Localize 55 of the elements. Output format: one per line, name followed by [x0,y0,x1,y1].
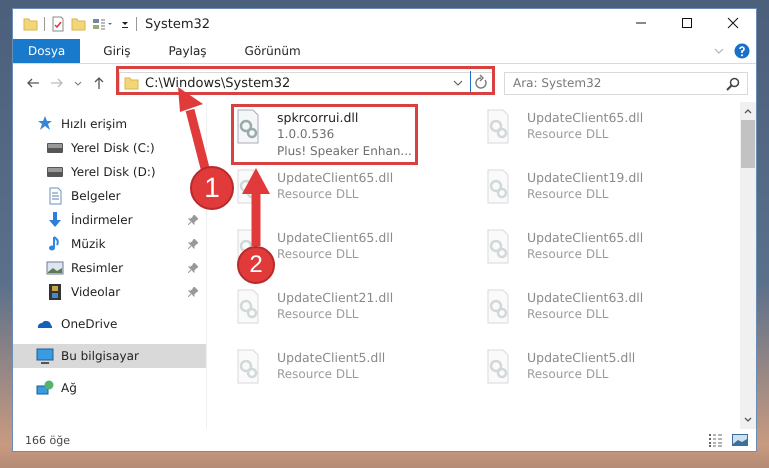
file-detail: Resource DLL [277,306,360,323]
folder-icon [124,75,139,91]
folder-icon [23,16,38,32]
file-detail: Resource DLL [527,246,610,263]
details-view-icon[interactable] [708,433,724,447]
sidebar-item[interactable]: Yerel Disk (C:) [13,136,170,160]
sidebar-item[interactable]: İndirmeler [13,208,206,232]
file-detail: 1.0.0.536 [277,126,336,143]
sidebar-item[interactable]: Yerel Disk (D:) [13,160,171,184]
file-detail: Resource DLL [527,126,610,143]
file-detail: Resource DLL [277,366,360,383]
star-icon [36,115,54,133]
file-detail: Resource DLL [527,186,610,203]
sidebar-item[interactable]: Videolar [13,280,206,304]
network-icon [36,379,54,397]
dll-file-icon [487,169,509,204]
file-detail: Resource DLL [277,186,360,203]
file-detail: Resource DLL [527,366,610,383]
ribbon-tab[interactable]: Paylaş [153,39,222,63]
computer-icon [36,347,54,365]
sidebar-item[interactable]: OneDrive [13,312,132,336]
sidebar-item[interactable]: Bu bilgisayar [13,344,206,368]
dll-file-icon [487,289,509,324]
scrollbar-thumb[interactable] [741,120,755,168]
large-icons-view-icon[interactable] [732,433,748,447]
sidebar-item[interactable]: Belgeler [13,184,136,208]
picture-icon [46,259,64,277]
dll-file-icon [487,229,509,264]
sidebar-item[interactable]: Hızlı erişim [13,112,142,136]
film-icon [46,283,64,301]
item-count: 166 öğe [25,434,70,446]
dll-file-icon [487,349,509,384]
scrollbar[interactable] [740,102,756,429]
ribbon-tab[interactable]: Dosya [13,39,80,63]
dll-file-icon [487,109,509,144]
ribbon-tab[interactable]: Görünüm [230,39,316,63]
help-icon[interactable] [734,43,750,59]
dll-file-icon [237,109,259,144]
sidebar-item[interactable]: Resimler [13,256,206,280]
sidebar-item[interactable]: Müzik [13,232,206,256]
search-field[interactable]: Ara: System32 [504,72,748,94]
address-path: C:\Windows\System32 [145,76,290,90]
search-icon[interactable] [726,76,740,90]
dll-file-icon [237,349,259,384]
window-title: System32 [145,16,210,32]
view-options-icon[interactable] [92,16,114,32]
dll-file-icon [237,289,259,324]
file-detail: Plus! Speaker Enhan... [277,143,412,160]
file-name[interactable]: spkrcorrui.dll [277,109,412,126]
properties-icon[interactable] [51,16,65,32]
down-arrow-icon [46,211,64,229]
sidebar-item[interactable]: Ağ [13,376,92,400]
file-detail: Resource DLL [277,246,360,263]
ribbon-tab[interactable]: Giriş [88,39,146,63]
file-detail: Resource DLL [527,306,610,323]
